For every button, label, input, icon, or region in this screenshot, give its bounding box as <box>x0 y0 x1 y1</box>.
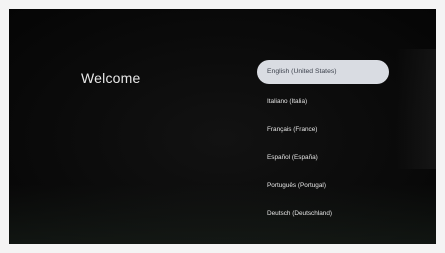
welcome-title: Welcome <box>81 70 141 86</box>
language-option-portugues[interactable]: Português (Portugal) <box>257 172 389 200</box>
language-option-espanol[interactable]: Español (España) <box>257 144 389 172</box>
language-option-deutsch[interactable]: Deutsch (Deutschland) <box>257 200 389 228</box>
language-option-francais[interactable]: Français (France) <box>257 116 389 144</box>
photo-frame: Welcome English (United States) Italiano… <box>0 0 445 253</box>
language-option-english-us[interactable]: English (United States) <box>257 60 389 84</box>
language-list: English (United States) Italiano (Italia… <box>257 60 389 228</box>
tv-screen: Welcome English (United States) Italiano… <box>9 9 436 244</box>
language-option-italiano[interactable]: Italiano (Italia) <box>257 88 389 116</box>
